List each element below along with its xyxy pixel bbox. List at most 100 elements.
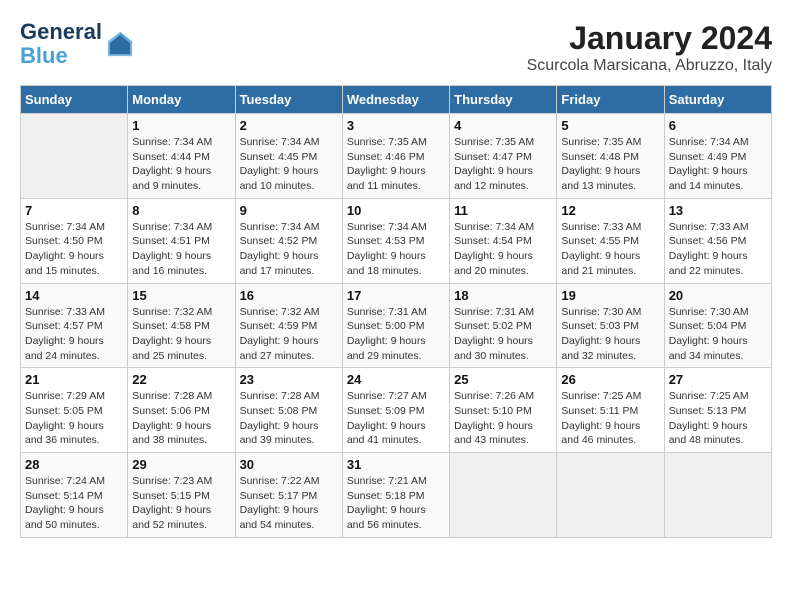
calendar-cell: 31Sunrise: 7:21 AMSunset: 5:18 PMDayligh… [342, 453, 449, 538]
day-number: 14 [25, 288, 123, 303]
calendar-cell: 26 Sunrise: 7:25 AMSunset: 5:11 PMDayligh… [557, 368, 664, 453]
calendar-cell: 23Sunrise: 7:28 AMSunset: 5:08 PMDayligh… [235, 368, 342, 453]
day-number: 20 [669, 288, 767, 303]
calendar-cell: 20 Sunrise: 7:30 AMSunset: 5:04 PMDayligh… [664, 283, 771, 368]
day-info: Sunrise: 7:25 AMSunset: 5:11 PMDaylight:… [561, 389, 659, 448]
page-header: GeneralBlue January 2024 Scurcola Marsic… [20, 20, 772, 75]
day-info: Sunrise: 7:28 AMSunset: 5:08 PMDaylight:… [240, 389, 338, 448]
day-number: 24 [347, 372, 445, 387]
day-info: Sunrise: 7:34 AMSunset: 4:49 PMDaylight:… [669, 135, 767, 194]
calendar-week-row: 1 Sunrise: 7:34 AMSunset: 4:44 PMDaylight… [21, 114, 772, 199]
day-info: Sunrise: 7:34 AMSunset: 4:54 PMDaylight:… [454, 220, 552, 279]
logo-text: GeneralBlue [20, 20, 102, 68]
day-number: 15 [132, 288, 230, 303]
day-info: Sunrise: 7:33 AMSunset: 4:57 PMDaylight:… [25, 305, 123, 364]
day-number: 4 [454, 118, 552, 133]
day-number: 7 [25, 203, 123, 218]
calendar-week-row: 21 Sunrise: 7:29 AMSunset: 5:05 PMDayligh… [21, 368, 772, 453]
calendar-cell: 10Sunrise: 7:34 AMSunset: 4:53 PMDayligh… [342, 198, 449, 283]
day-info: Sunrise: 7:35 AMSunset: 4:47 PMDaylight:… [454, 135, 552, 194]
day-number: 18 [454, 288, 552, 303]
calendar-cell: 28Sunrise: 7:24 AMSunset: 5:14 PMDayligh… [21, 453, 128, 538]
day-number: 12 [561, 203, 659, 218]
sub-title: Scurcola Marsicana, Abruzzo, Italy [527, 57, 772, 75]
day-of-week-header: Sunday [21, 86, 128, 114]
day-number: 22 [132, 372, 230, 387]
day-info: Sunrise: 7:35 AMSunset: 4:48 PMDaylight:… [561, 135, 659, 194]
day-info: Sunrise: 7:28 AMSunset: 5:06 PMDaylight:… [132, 389, 230, 448]
calendar-header-row: SundayMondayTuesdayWednesdayThursdayFrid… [21, 86, 772, 114]
day-number: 17 [347, 288, 445, 303]
day-of-week-header: Wednesday [342, 86, 449, 114]
day-info: Sunrise: 7:34 AMSunset: 4:52 PMDaylight:… [240, 220, 338, 279]
calendar-cell: 30 Sunrise: 7:22 AMSunset: 5:17 PMDayligh… [235, 453, 342, 538]
calendar-table: SundayMondayTuesdayWednesdayThursdayFrid… [20, 85, 772, 538]
day-number: 8 [132, 203, 230, 218]
calendar-cell: 29Sunrise: 7:23 AMSunset: 5:15 PMDayligh… [128, 453, 235, 538]
day-number: 25 [454, 372, 552, 387]
day-number: 21 [25, 372, 123, 387]
day-info: Sunrise: 7:22 AMSunset: 5:17 PMDaylight:… [240, 474, 338, 533]
day-number: 6 [669, 118, 767, 133]
calendar-body: 1 Sunrise: 7:34 AMSunset: 4:44 PMDaylight… [21, 114, 772, 538]
day-info: Sunrise: 7:27 AMSunset: 5:09 PMDaylight:… [347, 389, 445, 448]
day-info: Sunrise: 7:29 AMSunset: 5:05 PMDaylight:… [25, 389, 123, 448]
calendar-cell: 24 Sunrise: 7:27 AMSunset: 5:09 PMDayligh… [342, 368, 449, 453]
calendar-cell: 25 Sunrise: 7:26 AMSunset: 5:10 PMDayligh… [450, 368, 557, 453]
day-number: 13 [669, 203, 767, 218]
day-info: Sunrise: 7:31 AMSunset: 5:00 PMDaylight:… [347, 305, 445, 364]
day-of-week-header: Thursday [450, 86, 557, 114]
day-of-week-header: Tuesday [235, 86, 342, 114]
calendar-cell: 13 Sunrise: 7:33 AMSunset: 4:56 PMDayligh… [664, 198, 771, 283]
calendar-cell: 21 Sunrise: 7:29 AMSunset: 5:05 PMDayligh… [21, 368, 128, 453]
calendar-cell: 17 Sunrise: 7:31 AMSunset: 5:00 PMDayligh… [342, 283, 449, 368]
calendar-cell: 14 Sunrise: 7:33 AMSunset: 4:57 PMDayligh… [21, 283, 128, 368]
day-info: Sunrise: 7:30 AMSunset: 5:03 PMDaylight:… [561, 305, 659, 364]
day-number: 2 [240, 118, 338, 133]
calendar-cell [664, 453, 771, 538]
day-info: Sunrise: 7:34 AMSunset: 4:53 PMDaylight:… [347, 220, 445, 279]
calendar-cell: 11 Sunrise: 7:34 AMSunset: 4:54 PMDayligh… [450, 198, 557, 283]
title-block: January 2024 Scurcola Marsicana, Abruzzo… [527, 20, 772, 75]
calendar-cell [21, 114, 128, 199]
calendar-cell: 15 Sunrise: 7:32 AMSunset: 4:58 PMDayligh… [128, 283, 235, 368]
day-number: 16 [240, 288, 338, 303]
day-of-week-header: Monday [128, 86, 235, 114]
calendar-cell: 5 Sunrise: 7:35 AMSunset: 4:48 PMDaylight… [557, 114, 664, 199]
day-info: Sunrise: 7:25 AMSunset: 5:13 PMDaylight:… [669, 389, 767, 448]
calendar-cell: 22 Sunrise: 7:28 AMSunset: 5:06 PMDayligh… [128, 368, 235, 453]
day-number: 11 [454, 203, 552, 218]
calendar-cell: 4 Sunrise: 7:35 AMSunset: 4:47 PMDaylight… [450, 114, 557, 199]
day-info: Sunrise: 7:33 AMSunset: 4:55 PMDaylight:… [561, 220, 659, 279]
day-info: Sunrise: 7:26 AMSunset: 5:10 PMDaylight:… [454, 389, 552, 448]
day-info: Sunrise: 7:33 AMSunset: 4:56 PMDaylight:… [669, 220, 767, 279]
day-info: Sunrise: 7:32 AMSunset: 4:58 PMDaylight:… [132, 305, 230, 364]
calendar-week-row: 7 Sunrise: 7:34 AMSunset: 4:50 PMDaylight… [21, 198, 772, 283]
day-number: 30 [240, 457, 338, 472]
calendar-cell [450, 453, 557, 538]
calendar-cell: 1 Sunrise: 7:34 AMSunset: 4:44 PMDaylight… [128, 114, 235, 199]
calendar-cell [557, 453, 664, 538]
day-info: Sunrise: 7:34 AMSunset: 4:44 PMDaylight:… [132, 135, 230, 194]
day-info: Sunrise: 7:34 AMSunset: 4:51 PMDaylight:… [132, 220, 230, 279]
day-info: Sunrise: 7:30 AMSunset: 5:04 PMDaylight:… [669, 305, 767, 364]
day-number: 5 [561, 118, 659, 133]
day-number: 3 [347, 118, 445, 133]
calendar-cell: 2 Sunrise: 7:34 AMSunset: 4:45 PMDaylight… [235, 114, 342, 199]
day-number: 31 [347, 457, 445, 472]
day-info: Sunrise: 7:34 AMSunset: 4:45 PMDaylight:… [240, 135, 338, 194]
main-title: January 2024 [527, 20, 772, 57]
calendar-cell: 27Sunrise: 7:25 AMSunset: 5:13 PMDayligh… [664, 368, 771, 453]
day-number: 1 [132, 118, 230, 133]
calendar-cell: 8 Sunrise: 7:34 AMSunset: 4:51 PMDaylight… [128, 198, 235, 283]
day-number: 26 [561, 372, 659, 387]
calendar-cell: 3 Sunrise: 7:35 AMSunset: 4:46 PMDaylight… [342, 114, 449, 199]
day-info: Sunrise: 7:35 AMSunset: 4:46 PMDaylight:… [347, 135, 445, 194]
logo: GeneralBlue [20, 20, 134, 68]
day-number: 19 [561, 288, 659, 303]
calendar-cell: 16Sunrise: 7:32 AMSunset: 4:59 PMDayligh… [235, 283, 342, 368]
day-info: Sunrise: 7:34 AMSunset: 4:50 PMDaylight:… [25, 220, 123, 279]
day-info: Sunrise: 7:23 AMSunset: 5:15 PMDaylight:… [132, 474, 230, 533]
calendar-cell: 9Sunrise: 7:34 AMSunset: 4:52 PMDaylight… [235, 198, 342, 283]
day-info: Sunrise: 7:31 AMSunset: 5:02 PMDaylight:… [454, 305, 552, 364]
